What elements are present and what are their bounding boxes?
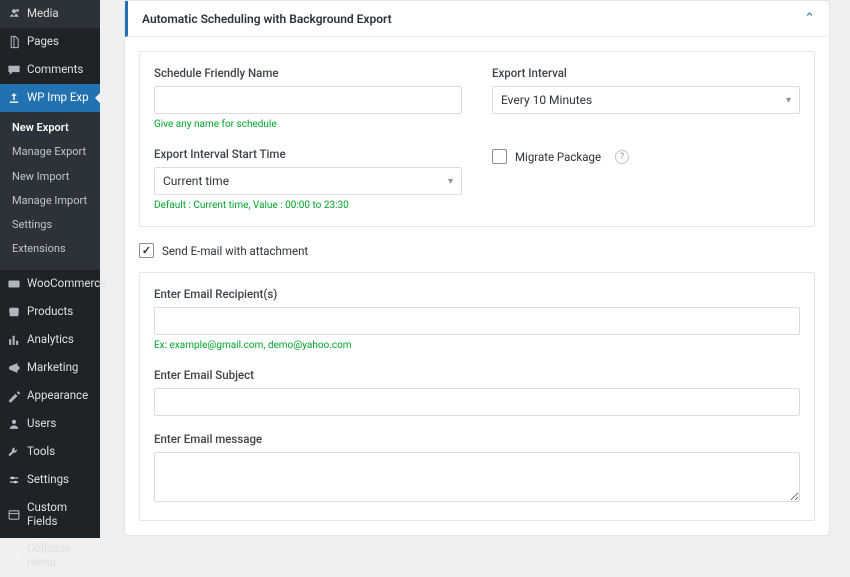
recipients-hint: Ex: example@gmail.com, demo@yahoo.com	[154, 340, 800, 352]
settings-icon	[7, 473, 21, 487]
message-label: Enter Email message	[154, 432, 800, 446]
marketing-icon	[7, 361, 21, 375]
users-icon	[7, 417, 21, 431]
sidebar-item-media[interactable]: Media	[0, 0, 100, 28]
sidebar-item-tools[interactable]: Tools	[0, 438, 100, 466]
collapse-icon	[7, 549, 21, 563]
caret-down-icon: ▾	[448, 176, 453, 187]
submenu-extensions[interactable]: Extensions	[0, 237, 100, 261]
media-icon	[7, 7, 21, 21]
sidebar-item-label: Users	[27, 417, 56, 431]
chevron-up-icon: ⌃	[804, 11, 815, 26]
schedule-card: Schedule Friendly Name Give any name for…	[139, 51, 815, 227]
sidebar-item-label: Comments	[27, 63, 83, 77]
subject-input[interactable]	[154, 388, 800, 416]
start-time-select[interactable]: Current time ▾	[154, 167, 462, 195]
custom-fields-icon	[7, 508, 21, 522]
export-interval-label: Export Interval	[492, 66, 800, 80]
sidebar-item-appearance[interactable]: Appearance	[0, 382, 100, 410]
sidebar-item-custom-fields[interactable]: Custom Fields	[0, 494, 100, 536]
products-icon	[7, 305, 21, 319]
sidebar-item-label: WP Imp Exp	[27, 91, 89, 105]
sidebar-item-label: Marketing	[27, 361, 78, 375]
sidebar-item-label: Custom Fields	[27, 501, 92, 529]
schedule-name-hint: Give any name for schedule	[154, 119, 462, 131]
tools-icon	[7, 445, 21, 459]
export-interval-select[interactable]: Every 10 Minutes ▾	[492, 86, 800, 114]
submenu-settings[interactable]: Settings	[0, 213, 100, 237]
sidebar-item-label: Media	[27, 7, 59, 21]
sidebar-item-comments[interactable]: Comments	[0, 56, 100, 84]
send-email-label: Send E-mail with attachment	[162, 244, 308, 258]
caret-down-icon: ▾	[786, 95, 791, 106]
export-interval-value: Every 10 Minutes	[501, 93, 592, 107]
sidebar-item-label: Collapse menu	[27, 542, 92, 570]
send-email-row: Send E-mail with attachment	[139, 243, 815, 258]
submenu-new-export[interactable]: New Export	[0, 116, 100, 140]
sidebar-item-label: Pages	[27, 35, 59, 49]
sidebar-submenu: New Export Manage Export New Import Mana…	[0, 112, 100, 270]
help-icon[interactable]: ?	[615, 150, 629, 164]
start-time-value: Current time	[163, 174, 229, 188]
sidebar-item-pages[interactable]: Pages	[0, 28, 100, 56]
sidebar-item-label: Analytics	[27, 333, 74, 347]
start-time-label: Export Interval Start Time	[154, 147, 462, 161]
sidebar-item-label: Tools	[27, 445, 55, 459]
migrate-package-label: Migrate Package	[515, 150, 601, 164]
sidebar-item-marketing[interactable]: Marketing	[0, 354, 100, 382]
admin-sidebar: Media Pages Comments WP Imp Exp New Expo…	[0, 0, 100, 538]
recipients-input[interactable]	[154, 307, 800, 335]
send-email-checkbox[interactable]	[139, 243, 154, 258]
sidebar-item-analytics[interactable]: Analytics	[0, 326, 100, 354]
sidebar-item-label: Products	[27, 305, 73, 319]
woocommerce-icon	[7, 277, 21, 291]
scheduling-panel: Automatic Scheduling with Background Exp…	[124, 0, 830, 536]
main-content: Automatic Scheduling with Background Exp…	[100, 0, 850, 538]
migrate-package-checkbox[interactable]	[492, 149, 507, 164]
schedule-name-label: Schedule Friendly Name	[154, 66, 462, 80]
sidebar-item-users[interactable]: Users	[0, 410, 100, 438]
sidebar-item-label: Appearance	[27, 389, 88, 403]
message-input[interactable]	[154, 452, 800, 502]
pages-icon	[7, 35, 21, 49]
email-card: Enter Email Recipient(s) Ex: example@gma…	[139, 272, 815, 521]
sidebar-item-wp-imp-exp[interactable]: WP Imp Exp	[0, 84, 100, 112]
sidebar-item-label: WooCommerce	[27, 277, 106, 291]
appearance-icon	[7, 389, 21, 403]
panel-body: Schedule Friendly Name Give any name for…	[125, 37, 829, 535]
panel-title: Automatic Scheduling with Background Exp…	[142, 12, 392, 26]
sidebar-item-settings[interactable]: Settings	[0, 466, 100, 494]
submenu-manage-export[interactable]: Manage Export	[0, 140, 100, 164]
analytics-icon	[7, 333, 21, 347]
panel-header[interactable]: Automatic Scheduling with Background Exp…	[125, 1, 829, 37]
submenu-new-import[interactable]: New Import	[0, 165, 100, 189]
submenu-manage-import[interactable]: Manage Import	[0, 189, 100, 213]
recipients-label: Enter Email Recipient(s)	[154, 287, 800, 301]
start-time-hint: Default : Current time, Value : 00:00 to…	[154, 200, 462, 212]
sidebar-item-label: Settings	[27, 473, 69, 487]
impexp-icon	[7, 91, 21, 105]
sidebar-collapse[interactable]: Collapse menu	[0, 535, 100, 577]
comments-icon	[7, 63, 21, 77]
sidebar-item-products[interactable]: Products	[0, 298, 100, 326]
sidebar-item-woocommerce[interactable]: WooCommerce	[0, 270, 100, 298]
subject-label: Enter Email Subject	[154, 368, 800, 382]
schedule-name-input[interactable]	[154, 86, 462, 114]
